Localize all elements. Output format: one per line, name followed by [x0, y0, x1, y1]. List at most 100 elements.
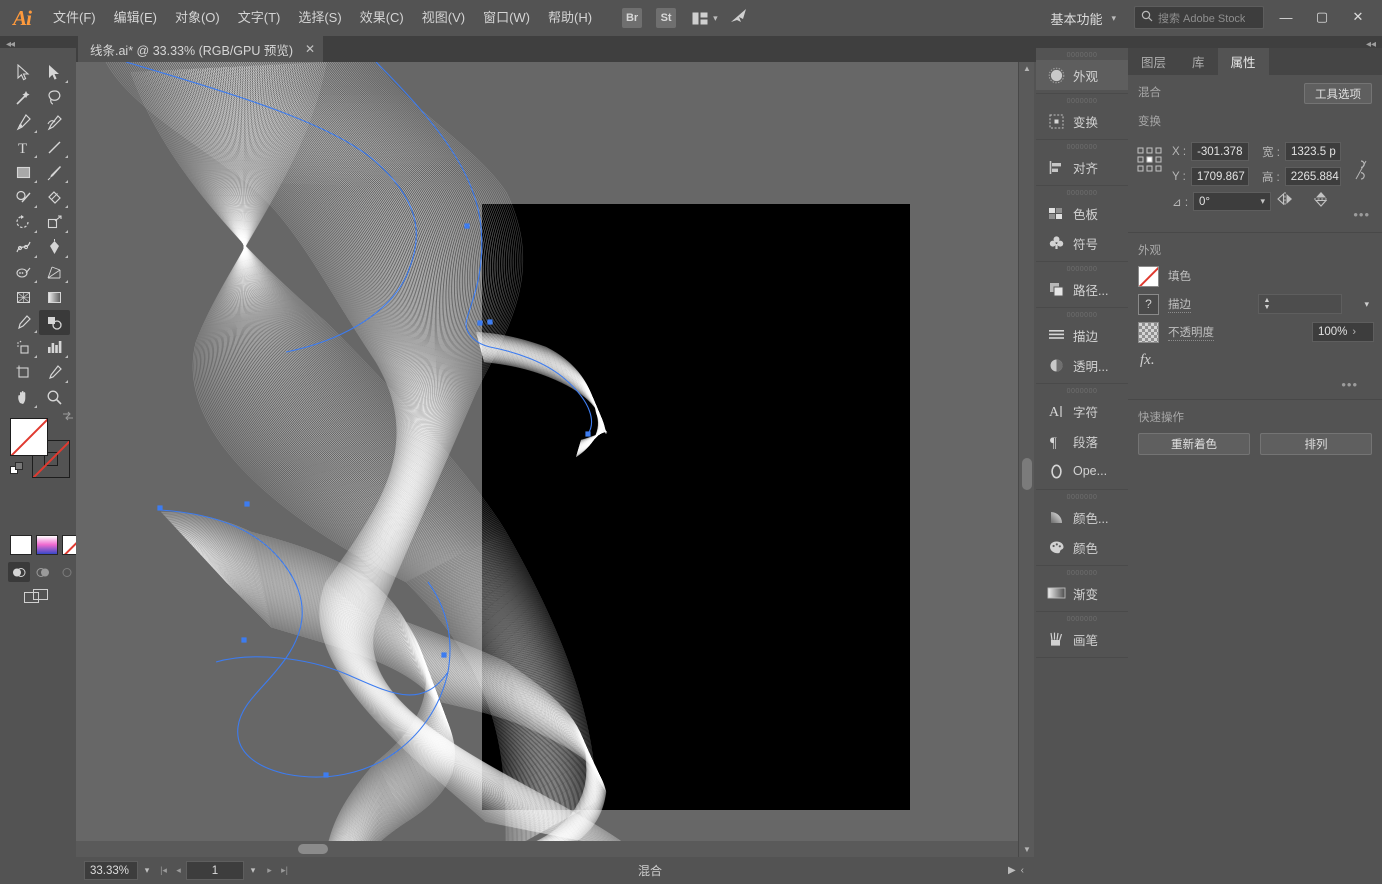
close-button[interactable]: ✕ [1340, 2, 1376, 32]
lasso-tool[interactable] [39, 85, 70, 110]
width-input[interactable]: 1323.5 p [1284, 142, 1341, 161]
stroke-weight-stepper-icon[interactable]: ▲ ▼ [1259, 297, 1275, 311]
zoom-level-input[interactable]: 33.33% [84, 861, 138, 880]
artboard-number-input[interactable]: 1 [186, 861, 244, 880]
draw-inside-icon[interactable] [56, 562, 78, 582]
dock-item-character[interactable]: A 字符 [1036, 396, 1128, 426]
column-graph-tool[interactable] [39, 335, 70, 360]
maximize-button[interactable]: ▢ [1304, 2, 1340, 32]
slice-tool[interactable] [39, 360, 70, 385]
fill-swatch[interactable] [10, 418, 48, 456]
menu-effect[interactable]: 效果(C) [351, 0, 413, 36]
dock-item-swatches[interactable]: 色板 [1036, 198, 1128, 228]
dock-item-gradient[interactable]: 渐变 [1036, 578, 1128, 608]
symbol-sprayer-tool[interactable] [8, 335, 39, 360]
opacity-expand-icon[interactable]: › [1352, 326, 1356, 338]
stroke-label[interactable]: 描边 [1168, 296, 1191, 313]
magic-wand-tool[interactable] [8, 85, 39, 110]
last-artboard-button[interactable]: ▸| [277, 861, 292, 880]
menu-window[interactable]: 窗口(W) [474, 0, 539, 36]
vertical-scroll-thumb[interactable] [1022, 458, 1032, 490]
menu-edit[interactable]: 编辑(E) [105, 0, 166, 36]
menu-help[interactable]: 帮助(H) [539, 0, 601, 36]
dock-item-align[interactable]: 对齐 [1036, 152, 1128, 182]
shape-builder-tool[interactable] [8, 260, 39, 285]
horizontal-scroll-thumb[interactable] [298, 844, 328, 854]
type-tool[interactable]: T [8, 135, 39, 160]
document-tab[interactable]: 线条.ai* @ 33.33% (RGB/GPU 预览) ✕ [78, 36, 324, 62]
status-play-icon[interactable]: ▶ [1008, 865, 1016, 876]
direct-selection-tool[interactable] [39, 60, 70, 85]
curvature-tool[interactable] [39, 110, 70, 135]
paintbrush-tool[interactable] [39, 160, 70, 185]
line-segment-tool[interactable] [39, 135, 70, 160]
draw-normal-icon[interactable] [8, 562, 30, 582]
menu-object[interactable]: 对象(O) [166, 0, 229, 36]
fill-color-swatch[interactable] [1138, 265, 1159, 287]
tab-libraries[interactable]: 库 [1179, 48, 1218, 75]
zoom-chevron-down-icon[interactable]: ▾ [138, 861, 156, 880]
dock-item-color-guide[interactable]: 颜色... [1036, 502, 1128, 532]
free-transform-tool[interactable] [39, 235, 70, 260]
opacity-input[interactable]: 100% [1312, 322, 1374, 342]
fx-button[interactable]: fx. [1128, 346, 1382, 377]
gradient-swatch[interactable] [36, 535, 58, 555]
previous-artboard-button[interactable]: ◂ [171, 861, 186, 880]
flip-horizontal-icon[interactable] [1276, 191, 1294, 210]
tab-layers[interactable]: 图层 [1128, 48, 1179, 75]
bridge-icon[interactable]: Br [622, 8, 643, 28]
tool-options-button[interactable]: 工具选项 [1304, 83, 1372, 104]
reference-point-grid[interactable] [1137, 147, 1163, 173]
stroke-color-swatch[interactable]: ? [1138, 293, 1159, 315]
dock-item-color[interactable]: 颜色 [1036, 532, 1128, 562]
blend-tool[interactable] [39, 310, 70, 335]
angle-chevron-down-icon[interactable]: ▾ [1261, 196, 1266, 207]
eraser-tool[interactable] [39, 185, 70, 210]
menu-file[interactable]: 文件(F) [44, 0, 105, 36]
artboard-chevron-down-icon[interactable]: ▾ [244, 861, 262, 880]
constrain-proportions-icon[interactable] [1354, 159, 1368, 184]
perspective-grid-tool[interactable] [39, 260, 70, 285]
arrange-chevron-down-icon[interactable]: ▾ [713, 13, 718, 24]
scroll-up-arrow[interactable]: ▲ [1019, 62, 1035, 76]
stock-icon[interactable]: St [656, 8, 677, 28]
default-fill-stroke-icon[interactable] [10, 462, 24, 479]
next-artboard-button[interactable]: ▸ [262, 861, 277, 880]
rectangle-tool[interactable] [8, 160, 39, 185]
workspace-switcher[interactable]: 基本功能 ▾ [1042, 7, 1124, 29]
stroke-style-dropdown[interactable]: ▾ [1320, 294, 1374, 314]
recolor-button[interactable]: 重新着色 [1138, 433, 1250, 455]
dock-item-stroke[interactable]: 描边 [1036, 320, 1128, 350]
y-input[interactable]: 1709.867 [1190, 167, 1249, 186]
hand-tool[interactable] [8, 385, 39, 410]
tab-properties[interactable]: 属性 [1217, 48, 1269, 75]
dock-item-paragraph[interactable]: ¶ 段落 [1036, 426, 1128, 456]
swap-fill-stroke-icon[interactable] [62, 410, 74, 425]
eyedropper-tool[interactable] [8, 310, 39, 335]
shaper-tool[interactable] [8, 185, 39, 210]
angle-input[interactable]: 0° ▾ [1193, 192, 1272, 211]
width-tool[interactable] [8, 235, 39, 260]
dock-item-symbols[interactable]: 符号 [1036, 228, 1128, 258]
zoom-tool[interactable] [39, 385, 70, 410]
change-screen-mode-icon[interactable] [24, 588, 50, 609]
mesh-tool[interactable] [8, 285, 39, 310]
dock-item-opentype[interactable]: Ope... [1036, 456, 1128, 486]
flip-vertical-icon[interactable] [1312, 191, 1330, 210]
gradient-tool[interactable] [39, 285, 70, 310]
dock-item-transform[interactable]: 变换 [1036, 106, 1128, 136]
transform-more-options[interactable]: ••• [1353, 207, 1370, 222]
vertical-scrollbar[interactable]: ▲ ▼ [1018, 62, 1034, 857]
menu-select[interactable]: 选择(S) [289, 0, 350, 36]
document-canvas[interactable] [76, 62, 1034, 857]
dock-item-pathfinder[interactable]: 路径... [1036, 274, 1128, 304]
scroll-down-arrow[interactable]: ▼ [1019, 843, 1035, 857]
menu-view[interactable]: 视图(V) [413, 0, 474, 36]
menu-type[interactable]: 文字(T) [229, 0, 290, 36]
appearance-more-options[interactable]: ••• [1116, 377, 1370, 392]
selection-tool[interactable] [8, 60, 39, 85]
dock-item-appearance[interactable]: 外观 [1036, 60, 1128, 90]
artboard-tool[interactable] [8, 360, 39, 385]
horizontal-scrollbar[interactable] [76, 841, 1018, 857]
x-input[interactable]: -301.378 [1191, 142, 1250, 161]
